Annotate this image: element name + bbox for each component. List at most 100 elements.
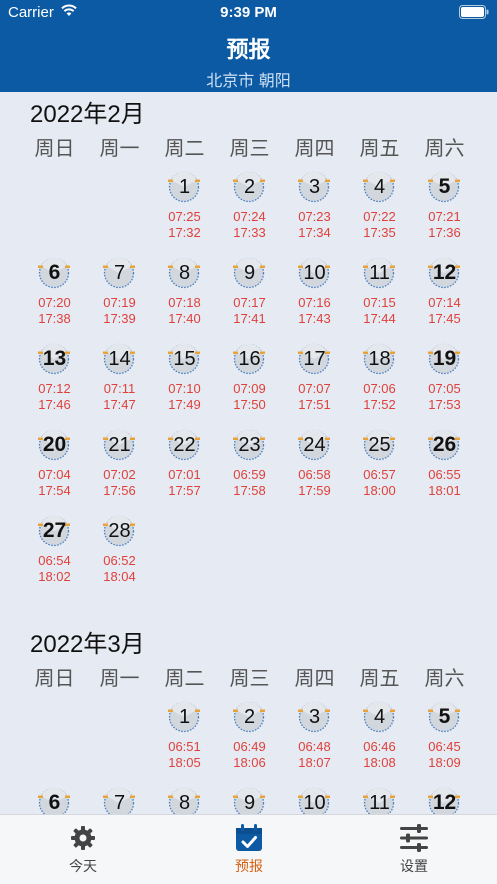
status-bar: Carrier 9:39 PM [0,0,497,26]
calendar-check-icon [236,824,262,851]
day-cell[interactable]: 9 07:17 17:41 [217,257,282,343]
day-cell[interactable]: 6 07:20 17:38 [22,257,87,343]
day-cell[interactable]: 3 07:23 17:34 [282,171,347,257]
tab-today[interactable]: 今天 [23,815,143,884]
day-cell[interactable]: 5 07:21 17:36 [412,171,477,257]
day-cell[interactable]: 18 07:06 17:52 [347,343,412,429]
sunrise-time: 06:57 [363,467,396,482]
sunrise-time: 07:15 [363,295,396,310]
day-cell[interactable]: 14 07:11 17:47 [87,343,152,429]
sun-times: 06:57 18:00 [347,467,412,499]
day-number: 11 [369,792,390,814]
sun-times: 07:01 17:57 [152,467,217,499]
sun-times: 07:17 17:41 [217,295,282,327]
weekday-label: 周三 [229,138,270,160]
sun-times: 06:48 18:07 [282,739,347,771]
forecast-calendar[interactable]: 2022年2月 周日 周一 周二 周三 周四 周五 周六 1 07:25 17:32 2 07:24 17… [0,92,497,814]
sun-times: 07:24 17:33 [217,209,282,241]
day-cell[interactable]: 13 07:12 17:46 [22,343,87,429]
day-number: 5 [438,175,451,198]
sun-times: 07:04 17:54 [22,467,87,499]
day-cell[interactable]: 25 06:57 18:00 [347,429,412,515]
sunset-time: 17:54 [38,483,71,498]
day-cell[interactable]: 24 06:58 17:59 [282,429,347,515]
day-cell[interactable]: 9 [217,787,282,814]
sun-times: 07:21 17:36 [412,209,477,241]
day-cell[interactable]: 22 07:01 17:57 [152,429,217,515]
day-cell[interactable]: 4 06:46 18:08 [347,701,412,787]
day-cell[interactable]: 12 07:14 17:45 [412,257,477,343]
day-number: 10 [303,792,326,814]
sunset-time: 18:02 [38,569,71,584]
weekday-label: 周二 [164,138,205,160]
day-number: 7 [113,792,126,814]
sunset-time: 17:45 [428,311,461,326]
day-cell[interactable]: 7 07:19 17:39 [87,257,152,343]
day-cell[interactable]: 23 06:59 17:58 [217,429,282,515]
sunrise-time: 07:05 [428,381,461,396]
sunrise-time: 06:49 [233,739,266,754]
sunrise-time: 06:54 [38,553,71,568]
day-cell[interactable]: 2 07:24 17:33 [217,171,282,257]
day-cell[interactable]: 16 07:09 17:50 [217,343,282,429]
day-cell[interactable]: 4 07:22 17:35 [347,171,412,257]
day-number: 16 [238,348,261,370]
day-cell[interactable]: 2 06:49 18:06 [217,701,282,787]
day-cell[interactable]: 1 06:51 18:05 [152,701,217,787]
sun-times: 06:54 18:02 [22,553,87,585]
day-cell[interactable]: 17 07:07 17:51 [282,343,347,429]
day-number: 18 [368,348,391,370]
sunrise-time: 07:01 [168,467,201,482]
day-cell[interactable]: 11 07:15 17:44 [347,257,412,343]
sliders-icon [400,824,428,852]
day-cell[interactable]: 15 07:10 17:49 [152,343,217,429]
weekday-label: 周一 [99,668,140,690]
day-cell[interactable]: 7 [87,787,152,814]
day-number: 28 [108,520,131,542]
sunset-time: 17:50 [233,397,266,412]
day-cell[interactable]: 12 [412,787,477,814]
day-cell[interactable]: 3 06:48 18:07 [282,701,347,787]
day-cell[interactable]: 6 [22,787,87,814]
sunrise-time: 06:51 [168,739,201,754]
sunrise-time: 07:10 [168,381,201,396]
day-cell[interactable]: 27 06:54 18:02 [22,515,87,601]
sunrise-time: 07:19 [103,295,136,310]
day-cell[interactable]: 20 07:04 17:54 [22,429,87,515]
weekday-label: 周四 [294,668,335,690]
sunrise-time: 07:21 [428,209,461,224]
sunrise-time: 07:25 [168,209,201,224]
sunrise-time: 07:09 [233,381,266,396]
sunset-time: 17:39 [103,311,136,326]
sunrise-time: 07:11 [103,381,136,396]
day-cell[interactable]: 10 [282,787,347,814]
day-number: 4 [373,706,386,728]
tab-bar: 今天 预报 设置 [0,814,497,884]
day-cell[interactable]: 10 07:16 17:43 [282,257,347,343]
weekday-label: 周六 [424,138,465,160]
day-number: 17 [303,348,326,370]
day-number: 1 [178,706,191,728]
sunrise-time: 06:55 [428,467,461,482]
day-cell[interactable]: 1 07:25 17:32 [152,171,217,257]
day-cell[interactable]: 28 06:52 18:04 [87,515,152,601]
sun-times: 06:58 17:59 [282,467,347,499]
sunset-time: 17:33 [233,225,266,240]
day-number: 4 [373,176,386,198]
sunset-time: 17:51 [298,397,331,412]
day-cell[interactable]: 11 [347,787,412,814]
sunrise-time: 07:07 [298,381,331,396]
sun-times: 06:52 18:04 [87,553,152,585]
day-cell[interactable]: 5 06:45 18:09 [412,701,477,787]
day-number: 7 [113,262,126,284]
tab-settings[interactable]: 设置 [354,815,474,884]
day-cell[interactable]: 8 07:18 17:40 [152,257,217,343]
sunrise-time: 07:12 [38,381,71,396]
day-cell[interactable]: 26 06:55 18:01 [412,429,477,515]
day-cell[interactable]: 8 [152,787,217,814]
sunset-time: 18:06 [233,755,266,770]
day-cell[interactable]: 19 07:05 17:53 [412,343,477,429]
day-cell[interactable]: 21 07:02 17:56 [87,429,152,515]
sunrise-time: 06:59 [233,467,266,482]
tab-forecast[interactable]: 预报 [189,815,309,884]
